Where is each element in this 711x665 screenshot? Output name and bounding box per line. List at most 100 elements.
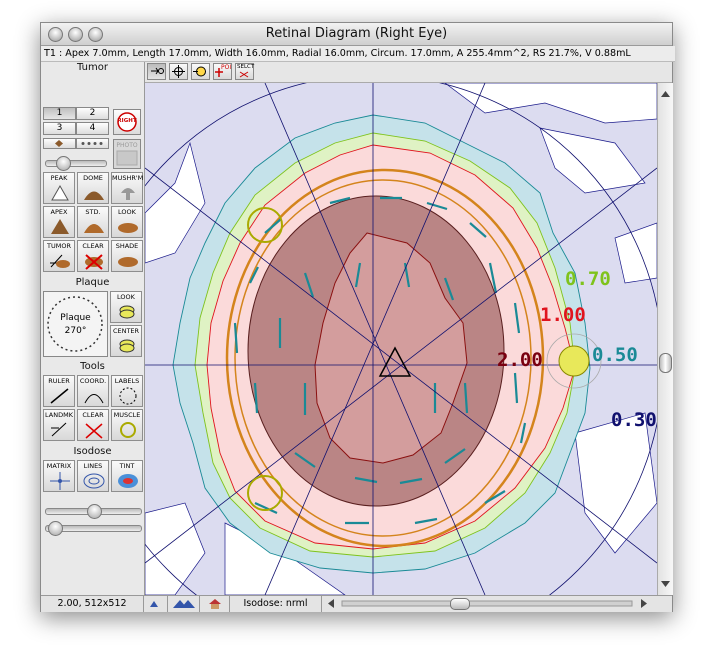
plaque-center-button[interactable]: CENTER (110, 325, 142, 357)
tint-icon (118, 474, 138, 488)
isodose-label: 2.00 (497, 349, 543, 371)
zoom-in-button[interactable] (144, 596, 168, 612)
tumor_tools-tumor-button[interactable]: TUMOR (43, 240, 75, 272)
plaque-look-icon (119, 305, 135, 319)
tools-clear-label: CLEAR (82, 411, 104, 419)
title-bar[interactable]: Retinal Diagram (Right Eye) (41, 23, 672, 46)
tumor_tools-dome-button[interactable]: DOME (77, 172, 109, 204)
isodose-slider-2[interactable] (45, 521, 142, 536)
isodose-mode[interactable]: Isodose: nrml (230, 596, 322, 612)
isodose-slider-1-knob[interactable] (87, 504, 102, 519)
plaque-marker[interactable] (558, 345, 590, 377)
vertical-scrollbar[interactable] (657, 83, 673, 595)
tumor_tools-dome-label: DOME (83, 174, 103, 182)
tumor_tools-tumor-label: TUMOR (47, 242, 71, 250)
std-icon (84, 224, 104, 233)
clear-tools-icon (85, 423, 103, 439)
tumor_tools-clear-button[interactable]: CLEAR (77, 240, 109, 272)
plaque-look-button[interactable]: LOOK (110, 291, 142, 323)
plaque-section-title: Plaque (75, 277, 110, 288)
tumor_tools-look-label: LOOK (118, 208, 136, 216)
isodose-slider-1[interactable] (45, 504, 142, 519)
vertical-scroll-thumb[interactable] (659, 353, 672, 373)
diamond-icon (55, 140, 63, 147)
photo-button[interactable]: PHOTO (113, 139, 141, 169)
tools-ruler-label: RULER (48, 377, 70, 385)
look-icon (118, 223, 138, 233)
window-title: Retinal Diagram (Right Eye) (265, 26, 448, 41)
tumor_tools-look-button[interactable]: LOOK (111, 206, 143, 238)
tumor-slider[interactable] (45, 156, 107, 171)
pointer-tool-button[interactable] (147, 63, 166, 80)
tumor_tools-mushr-m-button[interactable]: MUSHR'M (111, 172, 143, 204)
isodose-label: 0.50 (592, 344, 638, 366)
tumor-4-button[interactable]: 4 (76, 122, 109, 135)
tools-coord-button[interactable]: COORD. (77, 375, 109, 407)
tools-labels-button[interactable]: LABELS (111, 375, 143, 407)
multi-marker-button[interactable] (76, 138, 109, 149)
isodose_tools-tint-button[interactable]: TINT (111, 460, 143, 492)
plaque-center-icon (119, 339, 135, 353)
tools-clear-button[interactable]: CLEAR (77, 409, 109, 441)
tumor_tools-mushr-m-label: MUSHR'M (112, 174, 144, 182)
tumor-1-button[interactable]: 1 (43, 107, 76, 120)
isodose_tools-matrix-button[interactable]: MATRIX (43, 460, 75, 492)
isodose-slider-2-knob[interactable] (48, 521, 63, 536)
select-button[interactable]: SELCT (235, 63, 254, 80)
tool-palette: Tumor 1 2 3 4 RIGHT PHOTO Plaque Plaque … (41, 62, 145, 595)
poi-button[interactable]: POI (213, 63, 232, 80)
retinal-diagram-window: Retinal Diagram (Right Eye) T1 : Apex 7.… (40, 22, 675, 612)
retinal-diagram-canvas[interactable]: 0.70 1.00 2.00 0.50 0.30 (145, 83, 657, 595)
zoom-out-button[interactable] (168, 596, 200, 612)
isodose_tools-tint-label: TINT (119, 462, 135, 470)
tumor-slider-knob[interactable] (56, 156, 71, 171)
eye-view-button[interactable] (191, 63, 210, 80)
tumor-3-button[interactable]: 3 (43, 122, 76, 135)
tools-labels-label: LABELS (114, 377, 140, 385)
tumor_tools-apex-button[interactable]: APEX (43, 206, 75, 238)
peak-icon (51, 184, 69, 201)
mushroom-icon (121, 188, 135, 200)
landmark-icon (51, 422, 67, 437)
horizontal-scroll-thumb[interactable] (450, 598, 470, 610)
pointer-icon (151, 67, 164, 75)
shade-icon (118, 257, 138, 267)
home-icon (208, 599, 221, 609)
single-marker-button[interactable] (43, 138, 76, 149)
apex-icon (51, 219, 69, 234)
tools-ruler-button[interactable]: RULER (43, 375, 75, 407)
tumor_tools-shade-button[interactable]: SHADE (111, 240, 143, 272)
horizontal-scrollbar[interactable] (322, 596, 657, 612)
retinal-diagram[interactable]: 0.70 1.00 2.00 0.50 0.30 (145, 83, 657, 595)
tools-coord-label: COORD. (79, 377, 107, 385)
photo-icon (116, 150, 138, 166)
zoom-readout: 2.00, 512x512 (41, 596, 144, 612)
lines-icon (83, 473, 105, 489)
vertical-scroll-arrows (661, 91, 670, 587)
mountain-small-icon (149, 601, 158, 607)
rotate-tool-button[interactable] (169, 63, 188, 80)
home-button[interactable] (200, 596, 230, 612)
mountain-large-icon (172, 600, 195, 608)
tumor-icon (50, 254, 70, 268)
tools-muscle-label: MUSCLE (113, 411, 141, 419)
tools-landmk-button[interactable]: LANDMK (43, 409, 75, 441)
plaque-dial-icon (47, 296, 103, 352)
isodose_tools-lines-button[interactable]: LINES (77, 460, 109, 492)
isodose-label: 1.00 (540, 304, 586, 326)
tumor_tools-std-button[interactable]: STD. (77, 206, 109, 238)
tumor_tools-peak-button[interactable]: PEAK (43, 172, 75, 204)
rotate-icon (172, 65, 185, 78)
ruler-icon (50, 388, 69, 404)
matrix-icon (50, 472, 70, 490)
plaque-rotation-dial[interactable]: Plaque 270° (43, 291, 108, 357)
tumor-2-button[interactable]: 2 (76, 107, 109, 120)
tumor_tools-apex-label: APEX (50, 208, 68, 216)
plaque-dial-label: Plaque (60, 313, 91, 323)
tumor-section-title: Tumor (77, 62, 108, 73)
status-bar: 2.00, 512x512 Isodose: nrml (41, 595, 672, 612)
right-eye-button[interactable]: RIGHT (113, 109, 141, 135)
tumor_tools-clear-label: CLEAR (82, 242, 104, 250)
tumor_tools-shade-label: SHADE (115, 242, 139, 250)
tools-muscle-button[interactable]: MUSCLE (111, 409, 143, 441)
